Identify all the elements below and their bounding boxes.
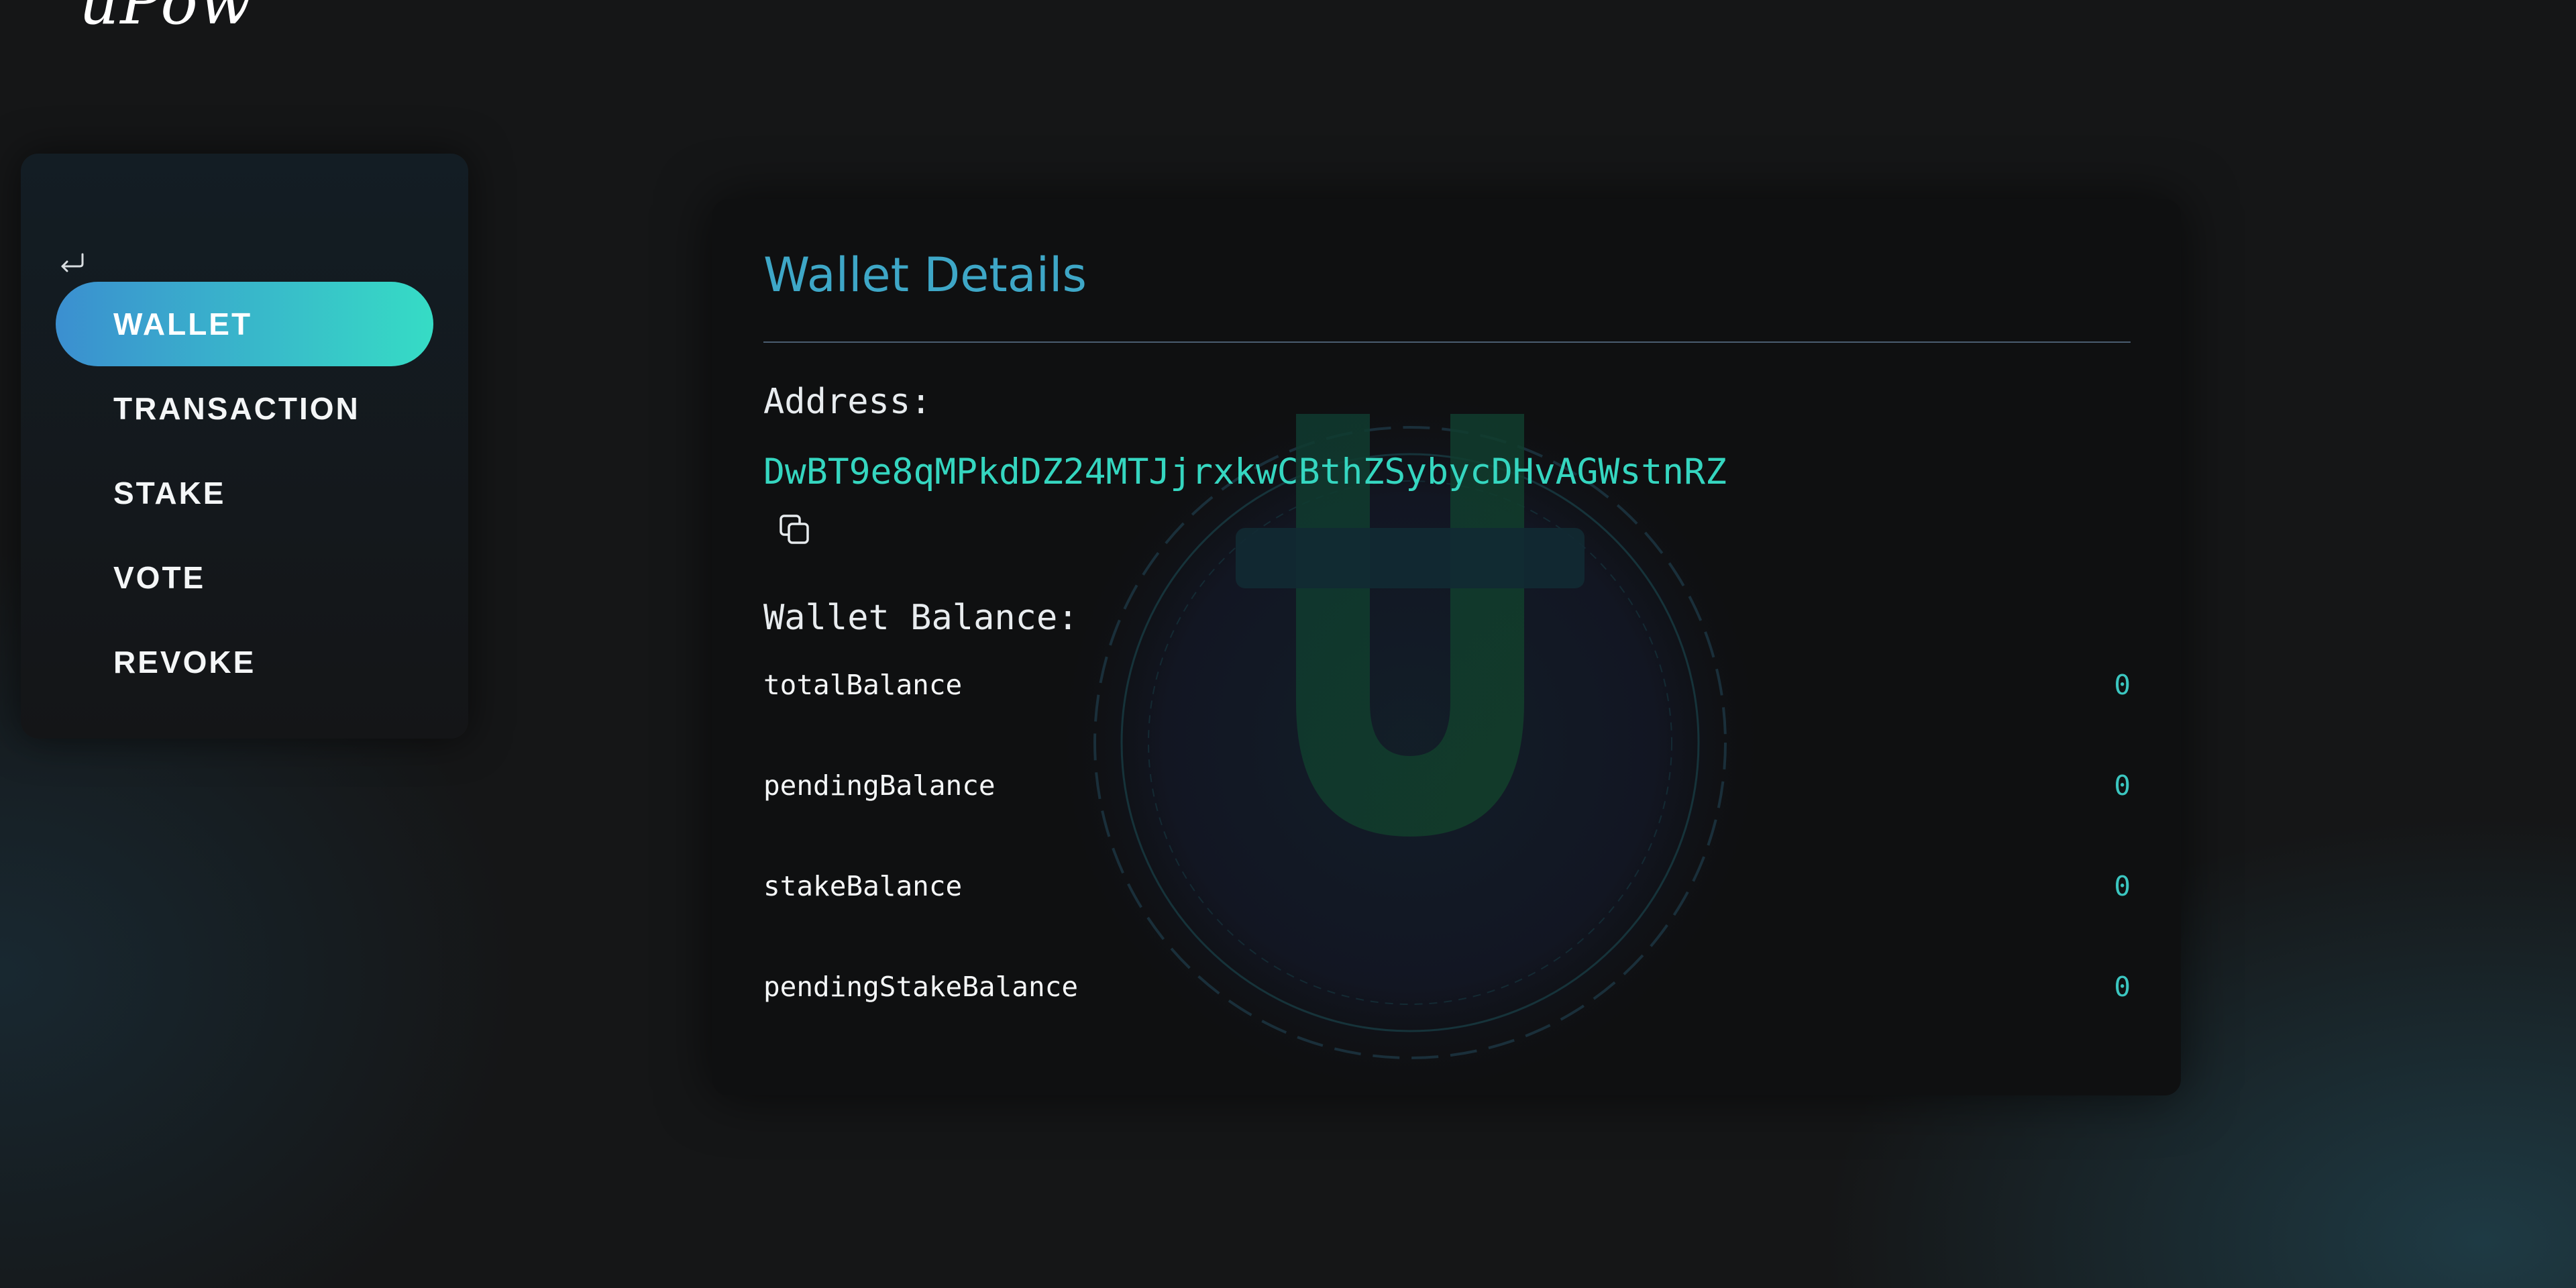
balance-key: stakeBalance [763,870,963,902]
address-label: Address: [763,382,932,422]
sidebar-item-label: VOTE [113,560,206,595]
wallet-details-card: Wallet Details Address: DwBT9e8qMPkdDZ24… [712,199,2181,1095]
sidebar: WALLET TRANSACTION STAKE VOTE REVOKE [21,154,468,739]
balance-row-pending-stake: pendingStakeBalance 0 [763,971,2131,1071]
sidebar-item-label: TRANSACTION [113,391,360,426]
title-divider [763,341,2131,343]
sidebar-item-label: WALLET [113,307,253,341]
balance-key: totalBalance [763,669,963,701]
balance-row-stake: stakeBalance 0 [763,870,2131,971]
sidebar-item-transaction[interactable]: TRANSACTION [56,366,433,451]
page-title: Wallet Details [763,248,1087,303]
balance-value: 0 [2114,870,2131,902]
balance-row-total: totalBalance 0 [763,669,2131,769]
balance-list: totalBalance 0 pendingBalance 0 stakeBal… [763,669,2131,1071]
sidebar-item-vote[interactable]: VOTE [56,535,433,620]
sidebar-item-label: STAKE [113,476,226,511]
balance-value: 0 [2114,669,2131,701]
sidebar-item-revoke[interactable]: REVOKE [56,620,433,704]
app-logo[interactable]: uPow [79,0,254,34]
copy-icon[interactable] [777,512,813,548]
sidebar-item-stake[interactable]: STAKE [56,451,433,535]
balance-value: 0 [2114,971,2131,1003]
sidebar-nav: WALLET TRANSACTION STAKE VOTE REVOKE [56,282,433,704]
balance-key: pendingBalance [763,769,996,802]
return-arrow-icon[interactable] [56,248,88,280]
wallet-balance-label: Wallet Balance: [763,598,1079,638]
wallet-address: DwBT9e8qMPkdDZ24MTJjrxkwCBthZSybycDHvAGW… [763,451,1727,492]
balance-row-pending: pendingBalance 0 [763,769,2131,870]
sidebar-item-wallet[interactable]: WALLET [56,282,433,366]
balance-value: 0 [2114,769,2131,802]
balance-key: pendingStakeBalance [763,971,1078,1003]
sidebar-item-label: REVOKE [113,645,256,680]
